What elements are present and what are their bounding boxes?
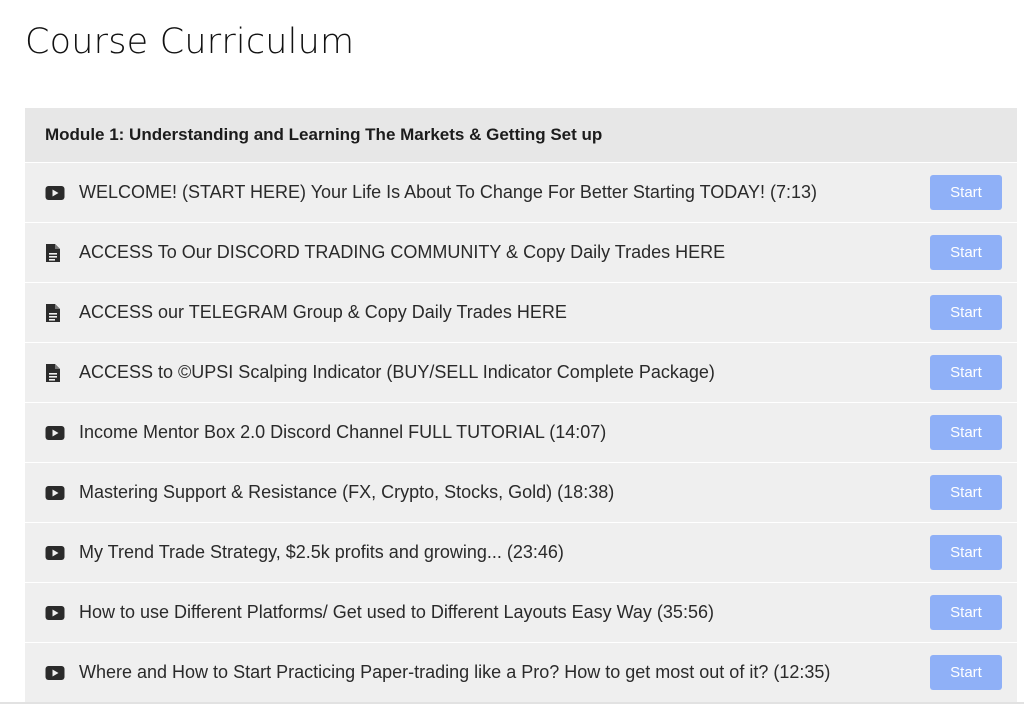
document-icon [45,243,67,263]
lecture-title: WELCOME! (START HERE) Your Life Is About… [79,182,817,202]
start-button[interactable]: Start [930,595,1002,630]
lecture-title: My Trend Trade Strategy, $2.5k profits a… [79,542,564,562]
module-header: Module 1: Understanding and Learning The… [25,108,1017,162]
start-button[interactable]: Start [930,415,1002,450]
start-button[interactable]: Start [930,355,1002,390]
video-icon [45,605,67,621]
lecture-title: ACCESS our TELEGRAM Group & Copy Daily T… [79,302,567,322]
start-button[interactable]: Start [930,295,1002,330]
lecture-title: How to use Different Platforms/ Get used… [79,602,714,622]
lecture-row[interactable]: WELCOME! (START HERE) Your Life Is About… [25,163,1017,222]
lecture-row[interactable]: How to use Different Platforms/ Get used… [25,583,1017,642]
lecture-row[interactable]: Where and How to Start Practicing Paper-… [25,643,1017,702]
document-icon [45,363,67,383]
start-button[interactable]: Start [930,475,1002,510]
lecture-row[interactable]: ACCESS our TELEGRAM Group & Copy Daily T… [25,283,1017,342]
video-icon [45,485,67,501]
lecture-row[interactable]: ACCESS To Our DISCORD TRADING COMMUNITY … [25,223,1017,282]
lecture-title: Mastering Support & Resistance (FX, Cryp… [79,482,615,502]
lecture-row[interactable]: My Trend Trade Strategy, $2.5k profits a… [25,523,1017,582]
lecture-title: ACCESS To Our DISCORD TRADING COMMUNITY … [79,242,726,262]
start-button[interactable]: Start [930,175,1002,210]
start-button[interactable]: Start [930,235,1002,270]
video-icon [45,425,67,441]
lecture-list: WELCOME! (START HERE) Your Life Is About… [25,163,1017,702]
page-title: Course Curriculum [25,22,355,62]
lecture-title: Income Mentor Box 2.0 Discord Channel FU… [79,422,607,442]
lecture-title: Where and How to Start Practicing Paper-… [79,662,831,682]
curriculum-section: Module 1: Understanding and Learning The… [25,108,1017,702]
video-icon [45,545,67,561]
video-icon [45,185,67,201]
video-icon [45,665,67,681]
lecture-row[interactable]: Income Mentor Box 2.0 Discord Channel FU… [25,403,1017,462]
lecture-row[interactable]: ACCESS to ©UPSI Scalping Indicator (BUY/… [25,343,1017,402]
course-curriculum-page: Course Curriculum Module 1: Understandin… [0,0,1024,704]
start-button[interactable]: Start [930,655,1002,690]
start-button[interactable]: Start [930,535,1002,570]
lecture-title: ACCESS to ©UPSI Scalping Indicator (BUY/… [79,362,715,382]
lecture-row[interactable]: Mastering Support & Resistance (FX, Cryp… [25,463,1017,522]
document-icon [45,303,67,323]
